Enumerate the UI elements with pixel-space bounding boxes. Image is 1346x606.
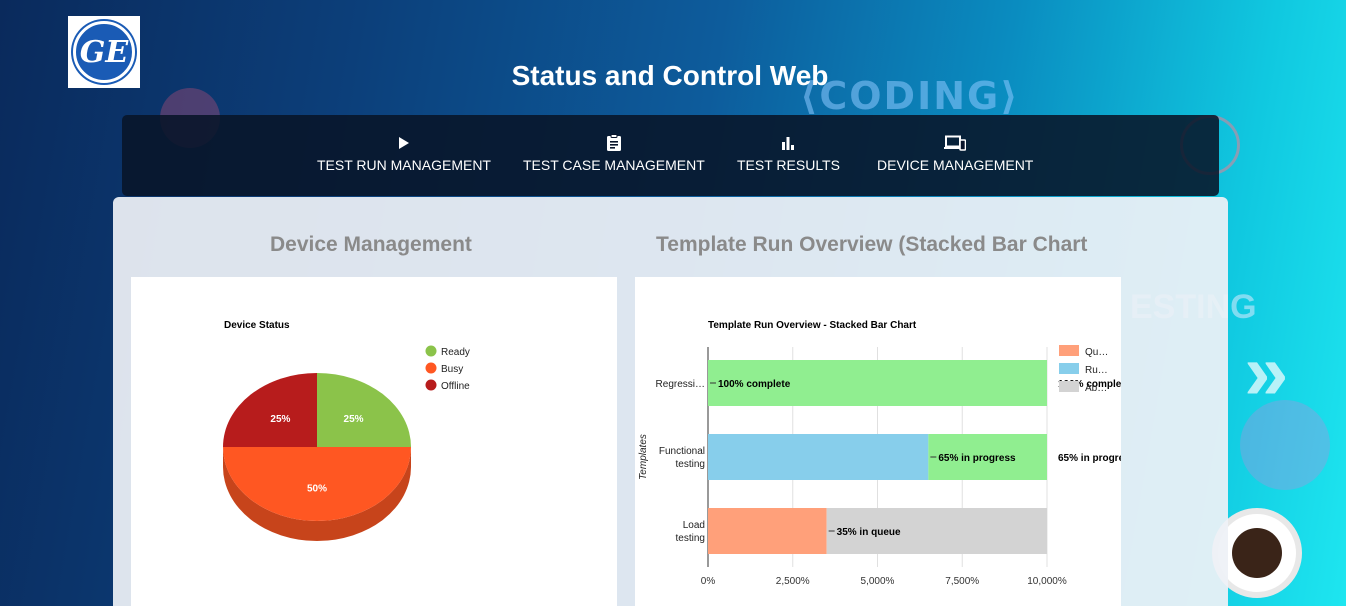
legend-swatch — [425, 379, 437, 391]
y-tick-label: Functional — [659, 446, 705, 457]
nav-test-case-management[interactable]: TEST CASE MANAGEMENT — [523, 134, 705, 173]
app-title: Status and Control Web — [511, 60, 829, 91]
x-tick-label: 0% — [701, 576, 716, 587]
bar-chart-icon — [781, 135, 795, 151]
legend-label: Ab… — [1085, 383, 1107, 394]
x-tick-label: 5,000% — [861, 576, 895, 587]
device-status-pie-chart: Device Status 25% 50% 25% Ready Busy Offline — [223, 320, 470, 541]
y-tick-label: testing — [676, 459, 705, 470]
legend-swatch — [1059, 363, 1079, 374]
nav-test-results[interactable]: TEST RESULTS — [737, 135, 840, 173]
pie-slice-label: 50% — [307, 484, 327, 495]
pie-slice-label: 25% — [344, 414, 364, 425]
nav-test-run-management[interactable]: TEST RUN MANAGEMENT — [317, 135, 491, 173]
legend-label: Qu… — [1085, 347, 1108, 358]
legend-swatch — [425, 362, 437, 374]
nav-label: TEST RUN MANAGEMENT — [317, 157, 491, 173]
chart-title: Device Status — [224, 320, 290, 331]
template-run-chart-card: Template Run Overview - Stacked Bar Char… — [635, 277, 1121, 606]
chart-title: Template Run Overview - Stacked Bar Char… — [708, 320, 917, 331]
pie-slice-label: 25% — [270, 414, 290, 425]
device-management-heading: Device Management — [270, 233, 472, 256]
x-tick-label: 7,500% — [945, 576, 979, 587]
y-axis-title: Templates — [638, 434, 649, 480]
device-status-chart-card: Device Status 25% 50% 25% Ready Busy Offline — [131, 277, 617, 606]
content-panel: Device Management Template Run Overview … — [113, 197, 1228, 606]
background-chevron-icon: » — [1244, 327, 1289, 416]
pie-slice — [223, 373, 317, 447]
y-tick-label: Regressi… — [656, 379, 705, 390]
y-tick-label: Load — [683, 520, 705, 531]
play-icon — [398, 135, 410, 151]
legend-label: Ru… — [1085, 365, 1108, 376]
x-tick-label: 10,000% — [1027, 576, 1067, 587]
nav-label: DEVICE MANAGEMENT — [877, 157, 1034, 173]
legend-swatch — [425, 345, 437, 357]
y-tick-label: testing — [676, 533, 705, 544]
x-tick-label: 2,500% — [776, 576, 810, 587]
nav-label: TEST CASE MANAGEMENT — [523, 157, 705, 173]
legend-label: Offline — [441, 381, 470, 392]
bar-label: 100% complete — [718, 379, 791, 390]
legend-label: Busy — [441, 364, 463, 375]
bar-total-label: 65% in progress — [1058, 453, 1121, 464]
template-run-stacked-bar-chart: Template Run Overview - Stacked Bar Char… — [638, 320, 1121, 587]
pie-slice — [317, 373, 411, 447]
legend-swatch — [1059, 381, 1079, 392]
bar-segment — [708, 508, 827, 554]
devices-icon — [944, 135, 967, 151]
bar-label: 35% in queue — [837, 527, 901, 538]
legend-swatch — [1059, 345, 1079, 356]
main-nav: TEST RUN MANAGEMENT TEST CASE MANAGEMENT… — [122, 115, 1219, 196]
nav-label: TEST RESULTS — [737, 157, 840, 173]
bar-label: 65% in progress — [938, 453, 1016, 464]
clipboard-icon — [606, 134, 622, 151]
bar-segment — [708, 434, 929, 480]
legend-label: Ready — [441, 347, 470, 358]
nav-device-management[interactable]: DEVICE MANAGEMENT — [877, 135, 1033, 173]
template-overview-heading: Template Run Overview (Stacked Bar Chart — [656, 233, 1088, 256]
